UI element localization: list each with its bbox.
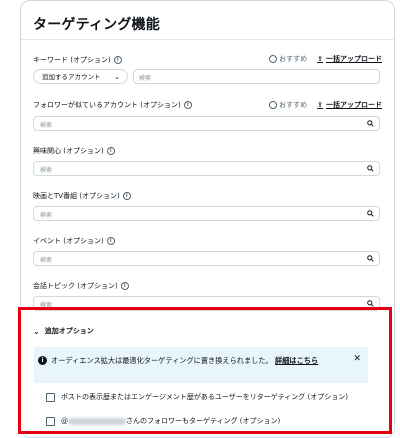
notice-message: オーディエンス拡大は最適化ターゲティングに置き換えられました。 詳細はこちら	[51, 355, 341, 366]
keyword-label-text: キーワード (オプション)	[33, 56, 111, 64]
recommend-icon	[269, 55, 278, 63]
search-icon	[367, 255, 374, 262]
recommend-icon	[269, 101, 278, 109]
info-icon[interactable]: i	[122, 192, 131, 200]
targeting-card: ターゲティング機能 キーワード (オプション) i おすすめ ⇪ 一括アップロー…	[20, 0, 395, 438]
search-icon	[367, 120, 374, 127]
recommend-link[interactable]: おすすめ	[269, 54, 307, 64]
info-icon[interactable]: i	[106, 237, 115, 245]
account-select-value: 追加するアカウント	[42, 73, 101, 81]
conversation-topics-label-text: 会話トピック (オプション)	[33, 282, 118, 290]
interests-search[interactable]: 検索	[33, 161, 380, 176]
interests-label: 興味関心 (オプション) i	[33, 146, 115, 156]
followers-checkbox-label: @ さんのフォロワーもターゲティング (オプション)	[61, 416, 280, 426]
info-icon[interactable]: i	[113, 56, 122, 64]
upload-icon: ⇪	[317, 55, 323, 63]
learn-more-link[interactable]: 詳細はこちら	[275, 356, 318, 365]
chevron-down-icon: ⌄	[33, 326, 40, 336]
conversation-topics-label: 会話トピック (オプション) i	[33, 281, 129, 291]
followers-label-suffix: さんのフォロワーもターゲティング (オプション)	[126, 417, 281, 425]
divider	[21, 39, 394, 40]
followers-checkbox[interactable]	[46, 416, 55, 426]
additional-options-toggle[interactable]: ⌄ 追加オプション	[33, 326, 94, 336]
info-icon: i	[38, 356, 47, 365]
chevron-down-icon: ⌄	[114, 73, 120, 81]
conversation-topics-search[interactable]: 検索	[33, 296, 380, 311]
bulk-upload-link[interactable]: ⇪ 一括アップロード	[317, 54, 382, 64]
notice-text: オーディエンス拡大は最適化ターゲティングに置き換えられました。	[51, 356, 273, 365]
movies-tv-label: 映画とTV番組 (オプション) i	[33, 191, 131, 201]
movies-tv-label-text: 映画とTV番組 (オプション)	[33, 192, 120, 200]
follower-placeholder: 検索	[40, 122, 53, 129]
movies-tv-placeholder: 検索	[40, 212, 53, 219]
search-icon	[367, 165, 374, 172]
info-icon[interactable]: i	[106, 147, 115, 155]
info-icon[interactable]: i	[183, 101, 192, 109]
events-label: イベント (オプション) i	[33, 236, 115, 246]
keyword-row: 追加するアカウント ⌄ 検索	[33, 69, 380, 85]
events-placeholder: 検索	[40, 257, 53, 264]
expansion-notice: i オーディエンス拡大は最適化ターゲティングに置き換えられました。 詳細はこちら…	[34, 347, 368, 383]
followers-checkbox-row[interactable]: @ さんのフォロワーもターゲティング (オプション)	[46, 416, 280, 426]
recommend-link-label: おすすめ	[279, 101, 308, 109]
additional-options-label: 追加オプション	[44, 327, 94, 335]
keyword-search-input[interactable]: 検索	[133, 69, 380, 84]
keyword-label: キーワード (オプション) i	[33, 55, 122, 65]
retarget-checkbox-label: ポストの表示歴またはエンゲージメント歴があるユーザーをリターゲティング (オプシ…	[61, 393, 348, 401]
retarget-checkbox-row[interactable]: ポストの表示歴またはエンゲージメント歴があるユーザーをリターゲティング (オプシ…	[46, 392, 348, 402]
blurred-handle	[68, 417, 126, 425]
keyword-links: おすすめ ⇪ 一括アップロード	[269, 54, 382, 64]
events-search[interactable]: 検索	[33, 251, 380, 266]
follower-links: おすすめ ⇪ 一括アップロード	[269, 100, 382, 110]
keyword-placeholder: 検索	[139, 75, 152, 82]
info-icon[interactable]: i	[120, 282, 129, 290]
retarget-checkbox[interactable]	[46, 392, 55, 402]
handle-prefix: @	[61, 417, 68, 425]
interests-placeholder: 検索	[40, 167, 53, 174]
bulk-upload-label: 一括アップロード	[326, 55, 382, 63]
bulk-upload-label: 一括アップロード	[326, 101, 382, 109]
conversation-topics-placeholder: 検索	[40, 302, 53, 309]
search-icon	[367, 300, 374, 307]
bulk-upload-link[interactable]: ⇪ 一括アップロード	[317, 100, 382, 110]
events-label-text: イベント (オプション)	[33, 237, 104, 245]
movies-tv-search[interactable]: 検索	[33, 206, 380, 221]
recommend-link-label: おすすめ	[279, 55, 308, 63]
section-title: ターゲティング機能	[33, 17, 160, 33]
upload-icon: ⇪	[317, 101, 323, 109]
search-icon	[367, 210, 374, 217]
account-select[interactable]: 追加するアカウント ⌄	[33, 69, 128, 84]
follower-lookalike-search[interactable]: 検索	[33, 116, 380, 131]
interests-label-text: 興味関心 (オプション)	[33, 147, 104, 155]
recommend-link[interactable]: おすすめ	[269, 100, 307, 110]
follower-lookalike-label: フォロワーが似ているアカウント (オプション) i	[33, 100, 192, 110]
follower-lookalike-label-text: フォロワーが似ているアカウント (オプション)	[33, 101, 181, 109]
close-icon[interactable]: ✕	[353, 354, 361, 364]
